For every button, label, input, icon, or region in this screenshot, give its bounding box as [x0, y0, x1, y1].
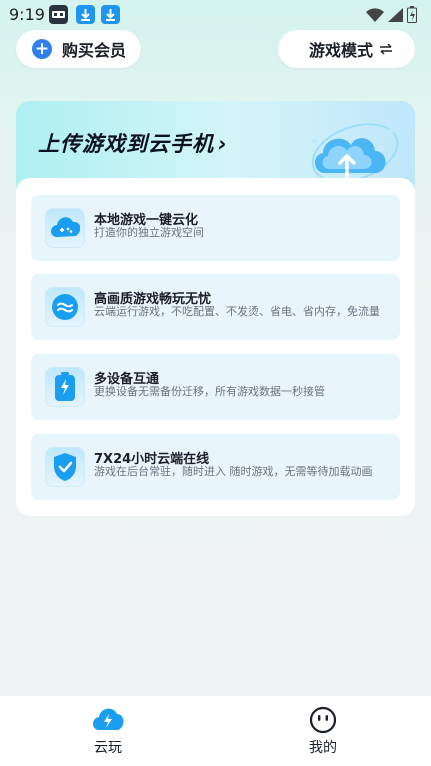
- buy-member-label: 购买会员: [62, 41, 127, 60]
- wifi-icon: [366, 7, 384, 22]
- feature-item[interactable]: 高画质游戏畅玩无忧 云端运行游戏，不吃配置、不发烫、省电、省内存，免流量: [31, 274, 400, 340]
- nav-item-mine[interactable]: 我的: [263, 696, 383, 766]
- status-bar: 9:19: [0, 0, 431, 30]
- feature-item[interactable]: 多设备互通 更换设备无需备份迁移，所有游戏数据一秒接管: [31, 354, 400, 420]
- banner-title: 上传游戏到云手机 ›: [38, 132, 228, 156]
- buy-member-button[interactable]: + 购买会员: [16, 30, 141, 68]
- feature-subtitle: 云端运行游戏，不吃配置、不发烫、省电、省内存，免流量: [94, 305, 380, 318]
- app-notification-icon: [49, 5, 68, 24]
- feature-subtitle: 更换设备无需备份迁移，所有游戏数据一秒接管: [94, 385, 325, 398]
- nav-label: 云玩: [94, 740, 122, 756]
- bottom-nav: 云玩 我的: [0, 696, 431, 766]
- shield-check-icon: [45, 447, 85, 487]
- nav-item-cloud-play[interactable]: 云玩: [48, 696, 168, 766]
- status-right-icons: [366, 6, 417, 23]
- download-icon: [76, 5, 95, 24]
- swap-arrows-icon: [379, 40, 393, 59]
- chevron-right-icon: ›: [218, 132, 228, 156]
- feature-subtitle: 游戏在后台常驻，随时进入 随时游戏，无需等待加载动画: [94, 465, 373, 478]
- waves-icon: [45, 287, 85, 327]
- status-time: 9:19: [9, 5, 45, 24]
- feature-item[interactable]: 本地游戏一键云化 打造你的独立游戏空间: [31, 195, 400, 261]
- feature-subtitle: 打造你的独立游戏空间: [94, 226, 204, 239]
- cloud-gamepad-icon: [45, 208, 85, 248]
- nav-label: 我的: [309, 740, 337, 756]
- game-mode-label: 游戏模式: [309, 41, 374, 60]
- feature-item[interactable]: 7X24小时云端在线 游戏在后台常驻，随时进入 随时游戏，无需等待加载动画: [31, 434, 400, 500]
- download-icon: [101, 5, 120, 24]
- signal-icon: [388, 7, 403, 22]
- smiley-icon: [309, 706, 337, 738]
- plus-icon: +: [32, 39, 52, 59]
- game-mode-button[interactable]: 游戏模式: [278, 30, 415, 68]
- battery-bolt-icon: [45, 367, 85, 407]
- battery-icon: [407, 6, 417, 23]
- cloud-bolt-icon: [92, 706, 124, 736]
